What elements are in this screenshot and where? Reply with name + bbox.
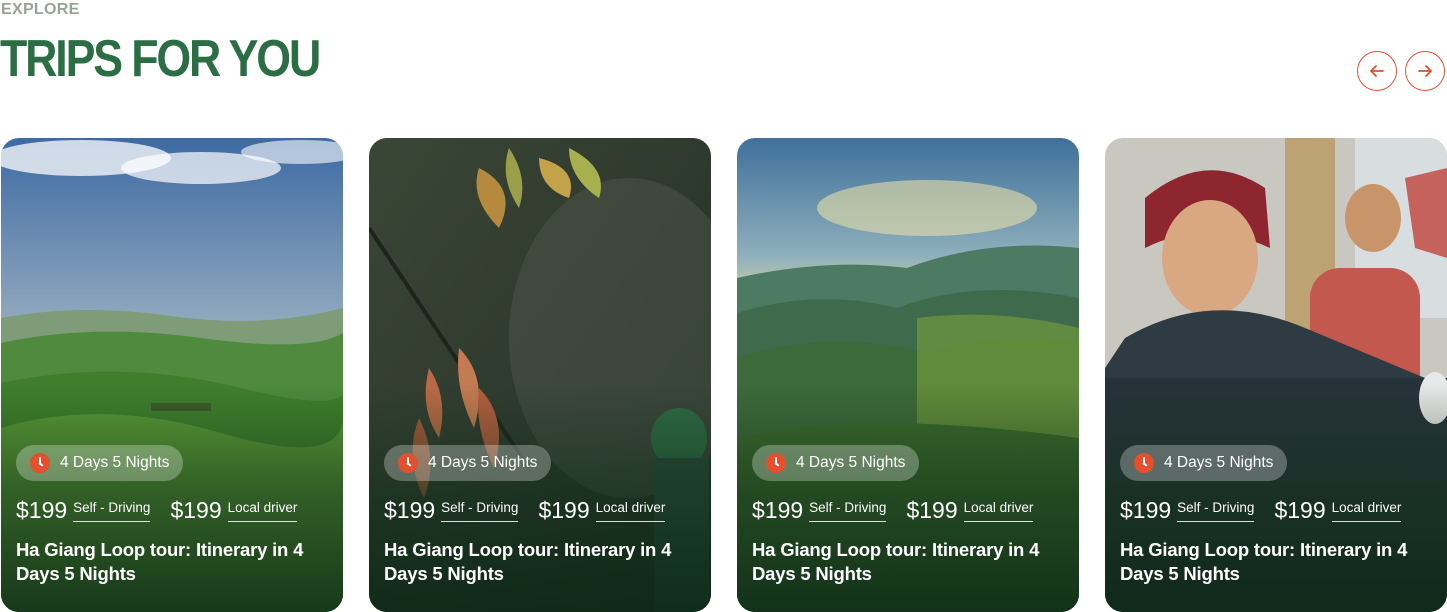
trip-card[interactable]: 4 Days 5 Nights $199 Self - Driving $199…	[1, 138, 343, 612]
trip-card-list: 4 Days 5 Nights $199 Self - Driving $199…	[1, 138, 1447, 612]
price-mode-label: Local driver	[1331, 499, 1402, 522]
price-row: $199 Self - Driving $199 Local driver	[16, 496, 298, 524]
price-local-driver: $199 Local driver	[1274, 496, 1402, 524]
trip-card[interactable]: 4 Days 5 Nights $199 Self - Driving $199…	[737, 138, 1079, 612]
clock-icon	[1134, 453, 1154, 473]
price-amount: $199	[906, 497, 958, 523]
price-mode-label: Local driver	[963, 499, 1034, 522]
duration-label: 4 Days 5 Nights	[60, 454, 170, 471]
trip-card[interactable]: 4 Days 5 Nights $199 Self - Driving $199…	[369, 138, 711, 612]
price-self-driving: $199 Self - Driving	[16, 496, 151, 524]
price-self-driving: $199 Self - Driving	[1120, 496, 1255, 524]
trip-title[interactable]: Ha Giang Loop tour: Itinerary in 4 Days …	[16, 538, 326, 586]
price-local-driver: $199 Local driver	[170, 496, 298, 524]
price-row: $199 Self - Driving $199 Local driver	[1120, 496, 1402, 524]
price-row: $199 Self - Driving $199 Local driver	[752, 496, 1034, 524]
price-mode-label: Local driver	[227, 499, 298, 522]
arrow-right-icon	[1418, 65, 1432, 77]
price-amount: $199	[1120, 497, 1172, 523]
carousel-next-button[interactable]	[1405, 51, 1445, 91]
price-mode-label: Self - Driving	[441, 499, 519, 522]
price-amount: $199	[752, 497, 804, 523]
price-row: $199 Self - Driving $199 Local driver	[384, 496, 666, 524]
price-self-driving: $199 Self - Driving	[752, 496, 887, 524]
price-mode-label: Self - Driving	[1177, 499, 1255, 522]
clock-icon	[30, 453, 50, 473]
trip-title[interactable]: Ha Giang Loop tour: Itinerary in 4 Days …	[1120, 538, 1430, 586]
duration-badge: 4 Days 5 Nights	[16, 445, 184, 481]
duration-label: 4 Days 5 Nights	[428, 454, 538, 471]
clock-icon	[766, 453, 786, 473]
trip-title[interactable]: Ha Giang Loop tour: Itinerary in 4 Days …	[752, 538, 1062, 586]
price-amount: $199	[538, 497, 590, 523]
duration-badge: 4 Days 5 Nights	[752, 445, 920, 481]
trip-title[interactable]: Ha Giang Loop tour: Itinerary in 4 Days …	[384, 538, 694, 586]
section-title: TRIPS FOR YOU	[0, 30, 321, 88]
duration-badge: 4 Days 5 Nights	[384, 445, 552, 481]
duration-label: 4 Days 5 Nights	[1164, 454, 1274, 471]
price-amount: $199	[16, 497, 68, 523]
price-mode-label: Local driver	[595, 499, 666, 522]
clock-icon	[398, 453, 418, 473]
price-self-driving: $199 Self - Driving	[384, 496, 519, 524]
duration-label: 4 Days 5 Nights	[796, 454, 906, 471]
price-mode-label: Self - Driving	[809, 499, 887, 522]
eyebrow-label: EXPLORE	[1, 1, 80, 18]
arrow-left-icon	[1370, 65, 1384, 77]
price-local-driver: $199 Local driver	[906, 496, 1034, 524]
price-mode-label: Self - Driving	[73, 499, 151, 522]
trip-card[interactable]: 4 Days 5 Nights $199 Self - Driving $199…	[1105, 138, 1447, 612]
price-local-driver: $199 Local driver	[538, 496, 666, 524]
price-amount: $199	[384, 497, 436, 523]
price-amount: $199	[1274, 497, 1326, 523]
duration-badge: 4 Days 5 Nights	[1120, 445, 1288, 481]
carousel-prev-button[interactable]	[1357, 51, 1397, 91]
price-amount: $199	[170, 497, 222, 523]
